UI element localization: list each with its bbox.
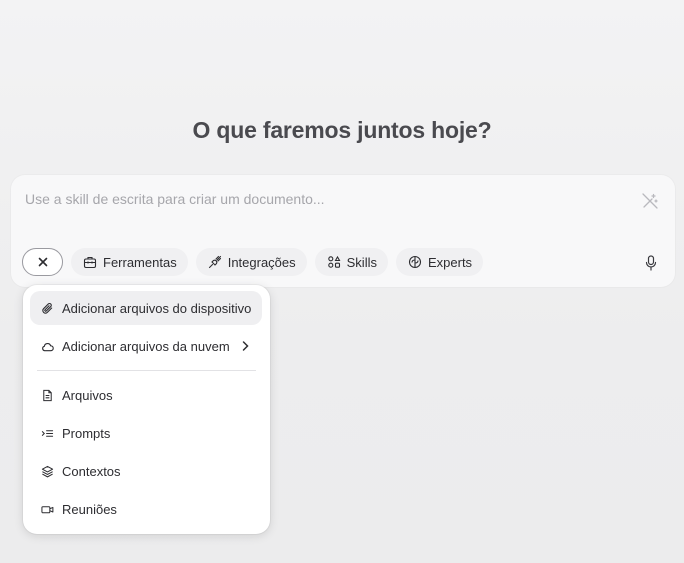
- close-icon: [38, 257, 47, 267]
- microphone-icon[interactable]: [644, 255, 658, 271]
- plug-icon: [208, 255, 221, 269]
- chevron-right-icon: [242, 341, 249, 351]
- attach-menu: Adicionar arquivos do dispositivo Adicio…: [23, 285, 270, 534]
- menu-item-label: Prompts: [62, 425, 111, 441]
- close-menu-button[interactable]: [22, 248, 63, 276]
- magic-wand-off-icon[interactable]: [641, 192, 659, 210]
- page-headline: O que faremos juntos hoje?: [192, 117, 492, 143]
- experts-chip-label: Experts: [427, 254, 473, 270]
- skills-chip-label: Skills: [346, 254, 377, 270]
- menu-item-add-cloud-files[interactable]: Adicionar arquivos da nuvem: [30, 329, 262, 363]
- prompt-list-icon: [41, 429, 54, 437]
- menu-item-label: Adicionar arquivos da nuvem: [62, 338, 230, 354]
- layers-icon: [41, 465, 54, 477]
- menu-item-label: Arquivos: [62, 387, 113, 403]
- tools-chip[interactable]: Ferramentas: [71, 248, 188, 276]
- menu-item-label: Reuniões: [62, 501, 117, 517]
- skills-chip[interactable]: Skills: [314, 248, 388, 276]
- menu-item-files[interactable]: Arquivos: [30, 378, 262, 412]
- paperclip-icon: [42, 302, 53, 314]
- skills-grid-icon: [327, 255, 341, 268]
- menu-item-label: Adicionar arquivos do dispositivo: [62, 300, 252, 316]
- toolbox-icon: [83, 256, 97, 269]
- menu-item-add-device-files[interactable]: Adicionar arquivos do dispositivo: [30, 291, 262, 325]
- menu-item-contexts[interactable]: Contextos: [30, 454, 262, 488]
- experts-chip[interactable]: Experts: [395, 248, 484, 276]
- video-camera-icon: [41, 505, 54, 513]
- integrations-chip[interactable]: Integrações: [195, 248, 307, 276]
- prompt-composer: Ferramentas Integrações Skills Experts: [11, 175, 675, 287]
- composer-toolbar: Ferramentas Integrações Skills Experts: [22, 248, 484, 276]
- prompt-input[interactable]: [25, 189, 615, 209]
- menu-item-meetings[interactable]: Reuniões: [30, 492, 262, 526]
- cloud-icon: [42, 342, 54, 351]
- tools-chip-label: Ferramentas: [103, 254, 177, 270]
- brain-icon: [408, 255, 422, 269]
- integrations-chip-label: Integrações: [227, 254, 296, 270]
- menu-item-label: Contextos: [62, 463, 121, 479]
- menu-item-prompts[interactable]: Prompts: [30, 416, 262, 450]
- document-icon: [43, 389, 52, 401]
- menu-divider: [37, 370, 256, 371]
